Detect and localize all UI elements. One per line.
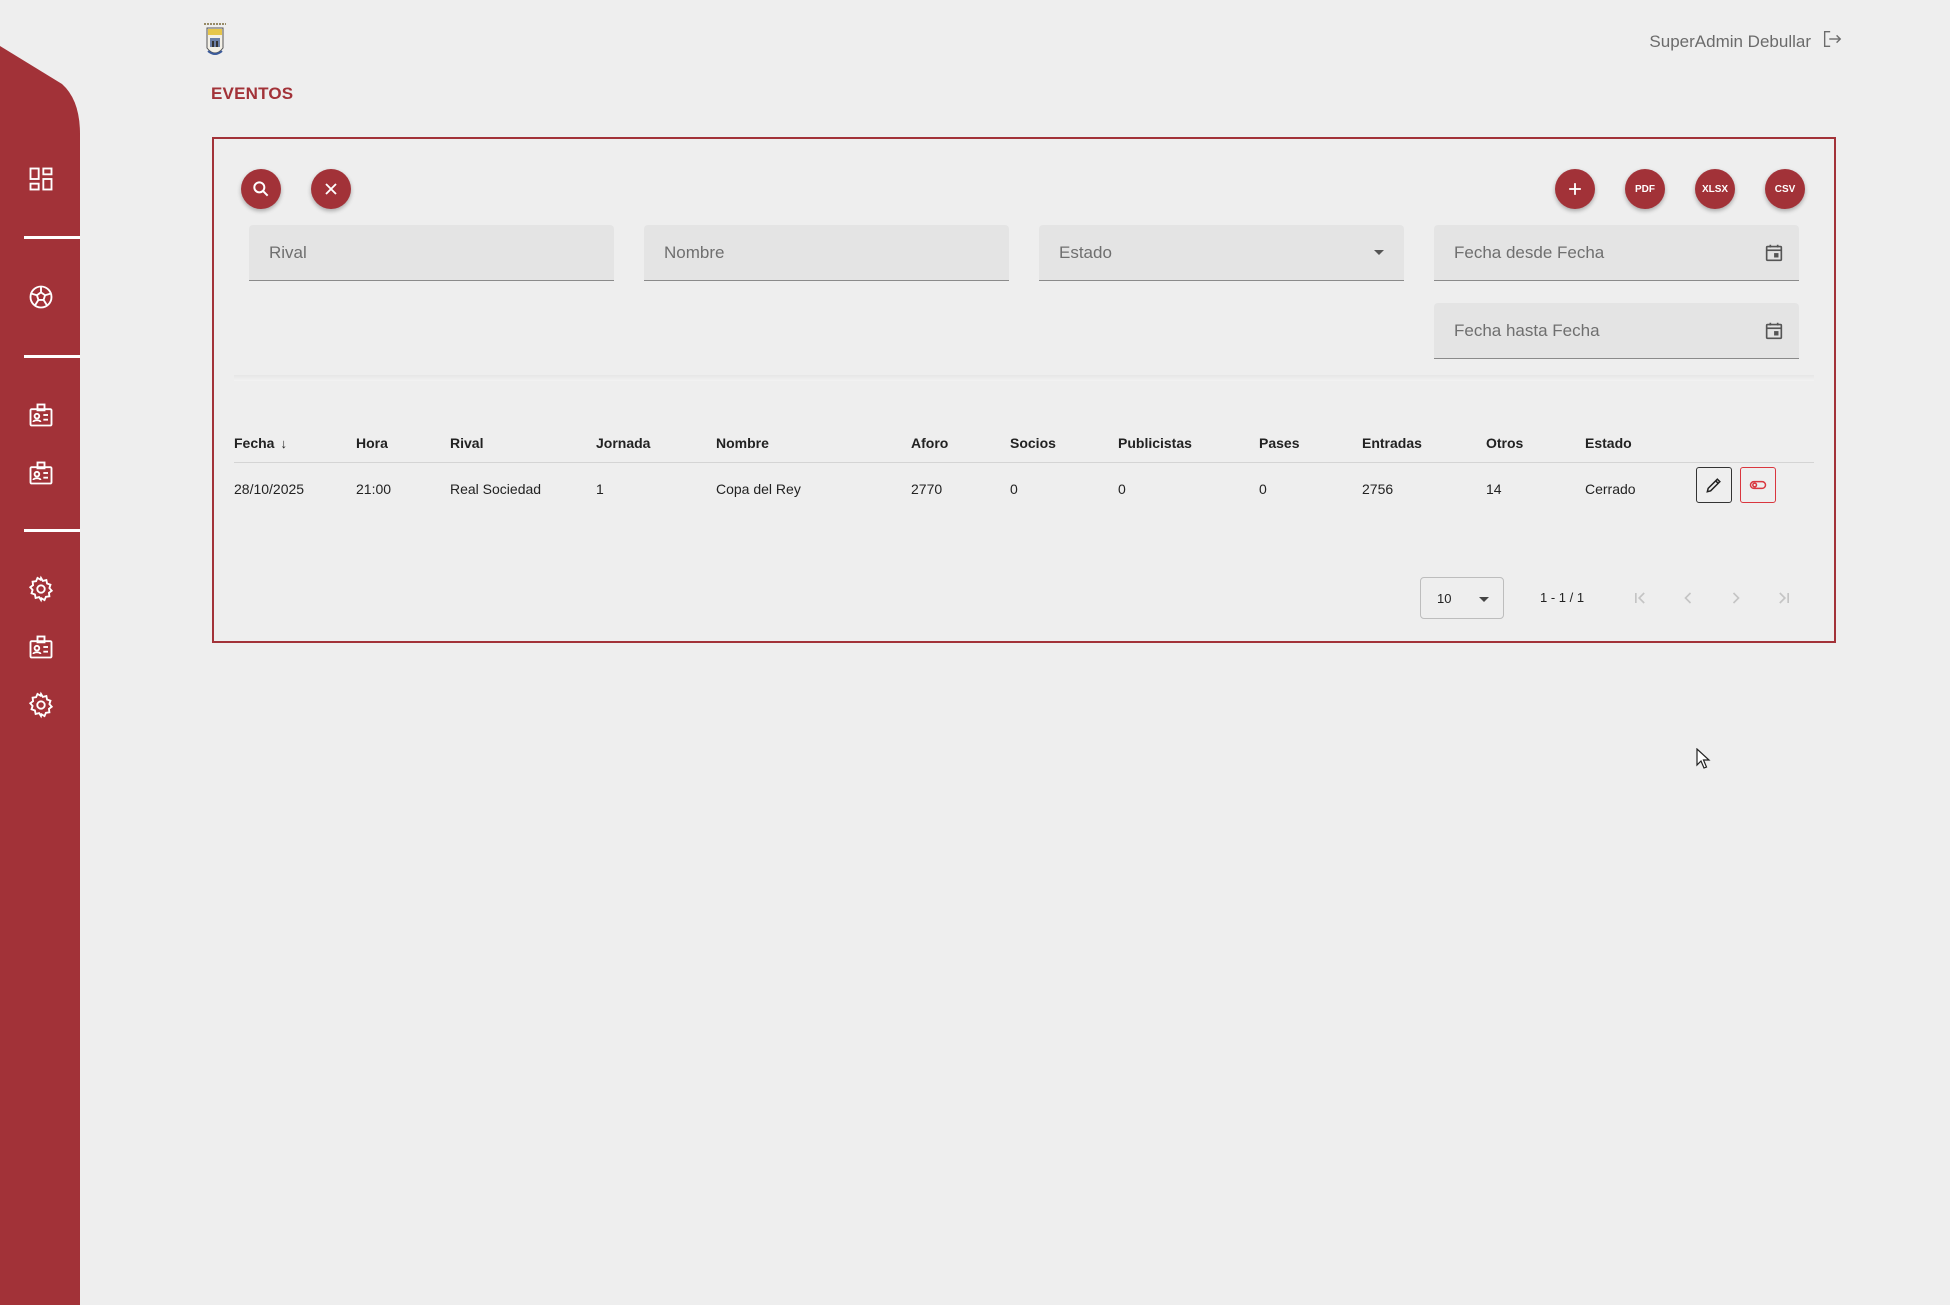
- next-page-button[interactable]: [1724, 586, 1748, 610]
- cell-fecha: 28/10/2025: [234, 481, 305, 497]
- export-csv-button[interactable]: CSV: [1765, 169, 1805, 209]
- pagination-range: 1 - 1 / 1: [1540, 590, 1585, 605]
- cell-entradas: 2756: [1362, 481, 1394, 497]
- fecha-hasta-input[interactable]: [1434, 303, 1799, 358]
- clear-filters-button[interactable]: [311, 169, 351, 209]
- user-menu[interactable]: SuperAdmin Debullar: [1649, 28, 1843, 55]
- column-header-aforo[interactable]: Aforo: [911, 435, 948, 451]
- calendar-icon[interactable]: [1763, 320, 1785, 342]
- previous-page-button[interactable]: [1676, 586, 1700, 610]
- column-header-pases[interactable]: Pases: [1259, 435, 1299, 451]
- column-header-publicistas[interactable]: Publicistas: [1118, 435, 1192, 451]
- sidebar: [0, 0, 80, 1305]
- search-icon: [253, 181, 269, 197]
- fecha-desde-input[interactable]: [1434, 225, 1799, 280]
- last-page-button[interactable]: [1772, 586, 1796, 610]
- logout-icon[interactable]: [1821, 28, 1843, 55]
- column-header-estado[interactable]: Estado: [1585, 435, 1632, 451]
- cell-pases: 0: [1259, 481, 1267, 497]
- id-card-icon[interactable]: [26, 458, 56, 488]
- rival-input[interactable]: [249, 225, 614, 280]
- sidebar-divider: [24, 529, 80, 532]
- cell-otros: 14: [1486, 481, 1502, 497]
- edit-button[interactable]: [1696, 467, 1732, 503]
- page-size-value: 10: [1437, 591, 1452, 606]
- sidebar-divider: [24, 236, 80, 239]
- chevron-down-icon: [1479, 597, 1489, 602]
- cell-jornada: 1: [596, 481, 604, 497]
- chevron-left-icon: [1684, 592, 1692, 604]
- cell-aforo: 2770: [911, 481, 943, 497]
- column-header-hora[interactable]: Hora: [356, 435, 388, 451]
- page-size-select[interactable]: 10: [1420, 577, 1504, 619]
- column-header-jornada[interactable]: Jornada: [596, 435, 650, 451]
- column-header-otros[interactable]: Otros: [1486, 435, 1523, 451]
- cell-publicistas: 0: [1118, 481, 1126, 497]
- column-header-fecha[interactable]: Fecha ↓: [234, 435, 287, 451]
- events-card: PDF XLSX CSV Estado Fecha↓ Hora Rival Jo…: [212, 137, 1836, 643]
- sidebar-divider: [24, 355, 80, 358]
- chevron-down-icon: [1374, 250, 1384, 255]
- estado-select[interactable]: Estado: [1039, 225, 1404, 281]
- pencil-icon: [1706, 478, 1721, 493]
- cell-rival: Real Sociedad: [450, 481, 542, 497]
- calendar-icon[interactable]: [1763, 242, 1785, 264]
- sort-arrow-down-icon[interactable]: ↓: [280, 436, 287, 451]
- cell-hora: 21:00: [356, 481, 392, 497]
- chevron-right-icon: [1732, 592, 1740, 604]
- estado-label: Estado: [1059, 243, 1112, 262]
- toggle-status-button[interactable]: [1740, 467, 1776, 503]
- fecha-desde-field[interactable]: [1434, 225, 1799, 281]
- export-pdf-button[interactable]: PDF: [1625, 169, 1665, 209]
- fecha-hasta-field[interactable]: [1434, 303, 1799, 359]
- gear-icon[interactable]: [26, 574, 56, 604]
- filters-divider: [234, 375, 1814, 381]
- first-page-icon: [1635, 592, 1645, 604]
- table-header: Fecha ↓ Hora Rival Jornada Nombre Aforo S…: [234, 425, 1814, 463]
- cell-socios: 0: [1010, 481, 1018, 497]
- nombre-field[interactable]: [644, 225, 1009, 281]
- last-page-icon: [1779, 592, 1789, 604]
- plus-icon: [1569, 183, 1581, 195]
- close-icon: [325, 183, 337, 195]
- column-header-entradas[interactable]: Entradas: [1362, 435, 1422, 451]
- mouse-cursor-icon: [1696, 748, 1711, 769]
- nombre-input[interactable]: [644, 225, 1009, 280]
- dashboard-icon[interactable]: [26, 164, 56, 194]
- first-page-button[interactable]: [1628, 586, 1652, 610]
- cell-estado: Cerrado: [1585, 481, 1636, 497]
- id-card-icon[interactable]: [26, 632, 56, 662]
- user-name: SuperAdmin Debullar: [1649, 31, 1811, 51]
- page-title: EVENTOS: [211, 84, 294, 103]
- gear-icon[interactable]: [26, 690, 56, 720]
- id-card-icon[interactable]: [26, 400, 56, 430]
- cell-nombre: Copa del Rey: [716, 481, 801, 497]
- toggle-off-icon: [1749, 480, 1767, 490]
- search-button[interactable]: [241, 169, 281, 209]
- table-row: 28/10/2025 21:00 Real Sociedad 1 Copa de…: [234, 463, 1814, 515]
- club-crest-logo[interactable]: [198, 20, 232, 60]
- column-header-nombre[interactable]: Nombre: [716, 435, 769, 451]
- rival-field[interactable]: [249, 225, 614, 281]
- column-header-socios[interactable]: Socios: [1010, 435, 1056, 451]
- add-event-button[interactable]: [1555, 169, 1595, 209]
- soccer-ball-icon[interactable]: [26, 282, 56, 312]
- export-xlsx-button[interactable]: XLSX: [1695, 169, 1735, 209]
- column-header-rival[interactable]: Rival: [450, 435, 483, 451]
